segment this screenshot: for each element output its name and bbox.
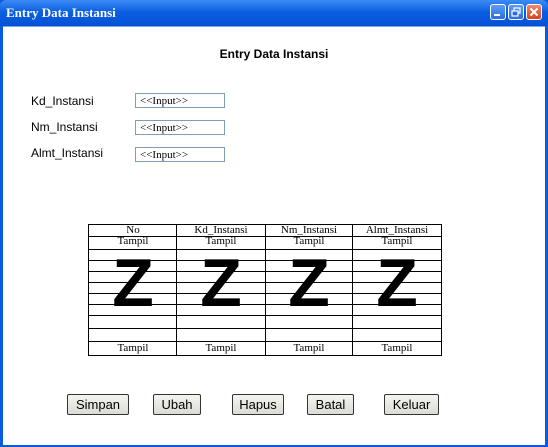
nm-instansi-input[interactable] — [135, 120, 225, 135]
table-cell: Tampil — [117, 342, 149, 354]
batal-button[interactable]: Batal — [307, 394, 354, 415]
form-heading: Entry Data Instansi — [219, 47, 329, 61]
repeat-mark: Z — [112, 245, 154, 321]
table-cell: Tampil — [205, 342, 237, 354]
keluar-button[interactable]: Keluar — [384, 394, 439, 415]
restore-icon[interactable] — [508, 4, 524, 20]
almt-instansi-label: Almt_Instansi — [31, 146, 104, 160]
kd-instansi-label: Kd_Instansi — [31, 94, 94, 108]
almt-instansi-input[interactable] — [135, 147, 225, 162]
repeat-mark: Z — [288, 245, 330, 321]
hapus-button[interactable]: Hapus — [232, 394, 284, 415]
table-cell: Tampil — [381, 342, 413, 354]
simpan-button[interactable]: Simpan — [67, 394, 129, 415]
title-bar[interactable]: Entry Data Instansi — [0, 0, 548, 26]
form-area: Entry Data Instansi Kd_Instansi Nm_Insta… — [3, 26, 545, 445]
table-cell: Tampil — [293, 342, 325, 354]
kd-instansi-input[interactable] — [135, 93, 225, 108]
ubah-button[interactable]: Ubah — [153, 394, 201, 415]
nm-instansi-label: Nm_Instansi — [31, 120, 98, 134]
close-icon[interactable] — [526, 4, 542, 20]
minimize-icon[interactable] — [490, 4, 506, 20]
repeat-mark: Z — [376, 245, 418, 321]
repeat-mark: Z — [200, 245, 242, 321]
window-title: Entry Data Instansi — [6, 5, 116, 20]
app-window: Entry Data Instansi Entry Data Instansi … — [0, 0, 548, 447]
data-grid[interactable]: No Kd_Instansi Nm_Instansi Almt_Instansi… — [88, 224, 442, 356]
